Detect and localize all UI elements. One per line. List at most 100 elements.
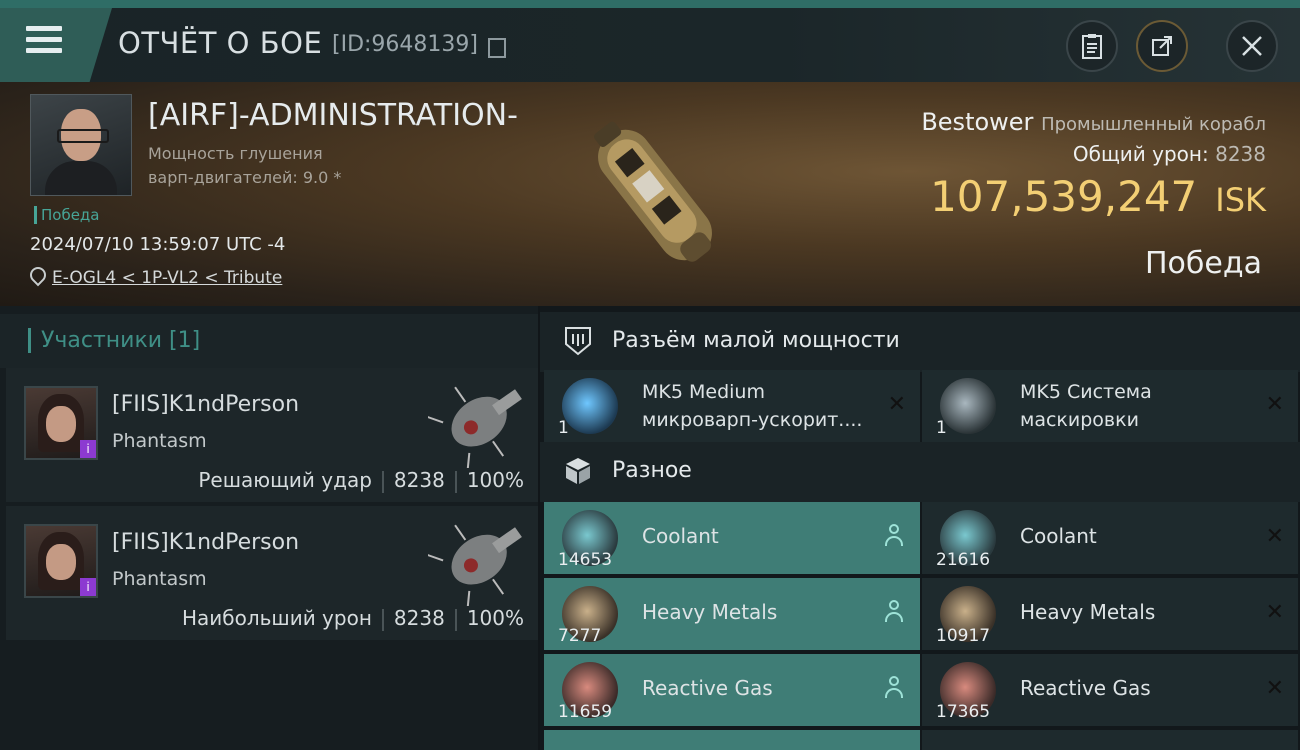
low-slot-icon — [562, 326, 594, 358]
isk-value-line: 107,539,247 ISK — [930, 172, 1266, 221]
close-icon — [1242, 36, 1262, 56]
destroyed-x-icon: ✕ — [1265, 600, 1284, 625]
share-icon — [1152, 36, 1172, 56]
item-quantity: 11659 — [558, 702, 613, 722]
item-quantity: 21616 — [936, 550, 991, 570]
victory-tag: Победа — [34, 206, 100, 224]
attacker-role: Решающий удар — [198, 468, 372, 492]
ship-name-line: Bestower Промышленный корабл — [921, 108, 1266, 136]
share-button[interactable] — [1136, 20, 1188, 72]
kill-result: Победа — [1145, 246, 1262, 281]
destroyed-item[interactable]: 10917 Heavy Metals ✕ — [922, 578, 1298, 650]
clipboard-button[interactable] — [1066, 20, 1118, 72]
cube-icon — [562, 456, 594, 488]
stat-divider — [454, 470, 457, 493]
total-damage-label: Общий урон: — [1072, 142, 1209, 166]
attacker-name[interactable]: [FIIS]K1ndPerson — [112, 392, 299, 417]
module-icon — [940, 378, 996, 434]
dropped-item[interactable]: 7277 Heavy Metals — [544, 578, 920, 650]
destroyed-x-icon: ✕ — [1265, 524, 1284, 549]
destroyed-x-icon: ✕ — [1265, 676, 1284, 701]
victim-avatar[interactable] — [30, 94, 132, 196]
attacker-name[interactable]: [FIIS]K1ndPerson — [112, 530, 299, 555]
low-slot-section-title: Разъём малой мощности — [612, 328, 900, 353]
destroyed-item[interactable]: 21616 Coolant ✕ — [922, 502, 1298, 574]
stat-divider — [381, 470, 384, 493]
menu-button[interactable] — [0, 8, 112, 82]
destroyed-item-partial[interactable] — [922, 730, 1298, 750]
hamburger-icon — [26, 26, 62, 56]
item-name: Heavy Metals — [642, 600, 778, 624]
report-id: [ID:9648139] — [332, 32, 478, 57]
kill-location-link[interactable]: E-OGL4 < 1P-VL2 < Tribute — [52, 268, 282, 288]
item-quantity: 14653 — [558, 550, 613, 570]
destroyed-item[interactable]: 17365 Reactive Gas ✕ — [922, 654, 1298, 726]
isk-unit: ISK — [1215, 181, 1266, 219]
low-slot-section-header: Разъём малой мощности — [540, 312, 1300, 372]
attacker-damage: 8238 — [393, 606, 445, 630]
user-icon — [884, 524, 904, 548]
header-bar: ОТЧЁТ О БОЕ [ID:9648139] — [0, 8, 1300, 82]
kill-datetime: 2024/07/10 13:59:07 UTC -4 — [30, 234, 286, 255]
dropped-item[interactable]: 14653 Coolant — [544, 502, 920, 574]
module-icon — [562, 378, 618, 434]
dropped-item-partial[interactable] — [544, 730, 920, 750]
victim-stat-line1: Мощность глушения — [148, 144, 323, 163]
dropped-item[interactable]: 11659 Reactive Gas — [544, 654, 920, 726]
item-name: Coolant — [1020, 524, 1097, 548]
attacker-row[interactable]: i [FIIS]K1ndPerson Phantasm Решающий уда… — [6, 368, 538, 502]
participants-title: Участники [1] — [28, 328, 200, 353]
user-icon — [884, 600, 904, 624]
attacker-avatar[interactable]: i — [24, 524, 98, 598]
attacker-stats: Решающий удар 8238 100% — [198, 468, 524, 493]
items-panel: Разъём малой мощности 1 MK5 Medium микров… — [540, 306, 1300, 750]
item-name: Coolant — [642, 524, 719, 548]
misc-section-header: Разное — [540, 442, 1300, 502]
fitted-item[interactable]: 1 MK5 Система маскировки ✕ — [922, 370, 1298, 442]
victim-name[interactable]: [AIRF]-ADMINISTRATION- — [148, 98, 518, 133]
location-pin-icon — [26, 263, 50, 287]
pilot-badge-icon: i — [80, 578, 96, 596]
ship-name[interactable]: Bestower — [921, 108, 1033, 136]
attacker-percent: 100% — [466, 468, 524, 492]
item-name: MK5 Medium микроварп-ускорит.... — [642, 381, 863, 431]
kill-summary: [AIRF]-ADMINISTRATION- Мощность глушения… — [0, 82, 1300, 306]
victim-stat-line2: варп-двигателей: 9.0 * — [148, 168, 342, 187]
item-name: MK5 Система маскировки — [1020, 381, 1152, 431]
destroyed-x-icon: ✕ — [1265, 392, 1284, 417]
stat-divider — [381, 608, 384, 631]
item-quantity: 17365 — [936, 702, 991, 722]
participants-header[interactable]: Участники [1] — [0, 314, 538, 368]
attacker-ship: Phantasm — [112, 430, 207, 452]
total-damage-value: 8238 — [1215, 142, 1266, 166]
attacker-ship-image — [428, 524, 522, 606]
item-quantity: 7277 — [558, 626, 602, 646]
ship-class: Промышленный корабл — [1041, 114, 1266, 135]
item-quantity: 1 — [936, 418, 947, 438]
item-name: Heavy Metals — [1020, 600, 1156, 624]
participants-panel: Участники [1] i [FIIS]K1ndPerson Phantas… — [0, 306, 538, 750]
user-icon — [884, 676, 904, 700]
attacker-ship-image — [428, 386, 522, 468]
attacker-avatar[interactable]: i — [24, 386, 98, 460]
copy-icon[interactable] — [488, 38, 506, 58]
isk-value: 107,539,247 — [930, 172, 1198, 221]
attacker-row[interactable]: i [FIIS]K1ndPerson Phantasm Наибольший у… — [6, 506, 538, 640]
ship-image — [594, 121, 712, 262]
item-name: Reactive Gas — [642, 676, 773, 700]
pilot-badge-icon: i — [80, 440, 96, 458]
close-button[interactable] — [1226, 20, 1278, 72]
misc-section-title: Разное — [612, 458, 692, 483]
page-title: ОТЧЁТ О БОЕ — [118, 26, 323, 60]
item-quantity: 1 — [558, 418, 569, 438]
total-damage: Общий урон: 8238 — [1073, 142, 1266, 166]
item-quantity: 10917 — [936, 626, 991, 646]
destroyed-x-icon: ✕ — [887, 392, 906, 417]
top-accent-strip — [0, 0, 1300, 8]
attacker-percent: 100% — [466, 606, 524, 630]
attacker-damage: 8238 — [393, 468, 445, 492]
attacker-stats: Наибольший урон 8238 100% — [182, 606, 524, 631]
stat-divider — [454, 608, 457, 631]
attacker-ship: Phantasm — [112, 568, 207, 590]
fitted-item[interactable]: 1 MK5 Medium микроварп-ускорит.... ✕ — [544, 370, 920, 442]
